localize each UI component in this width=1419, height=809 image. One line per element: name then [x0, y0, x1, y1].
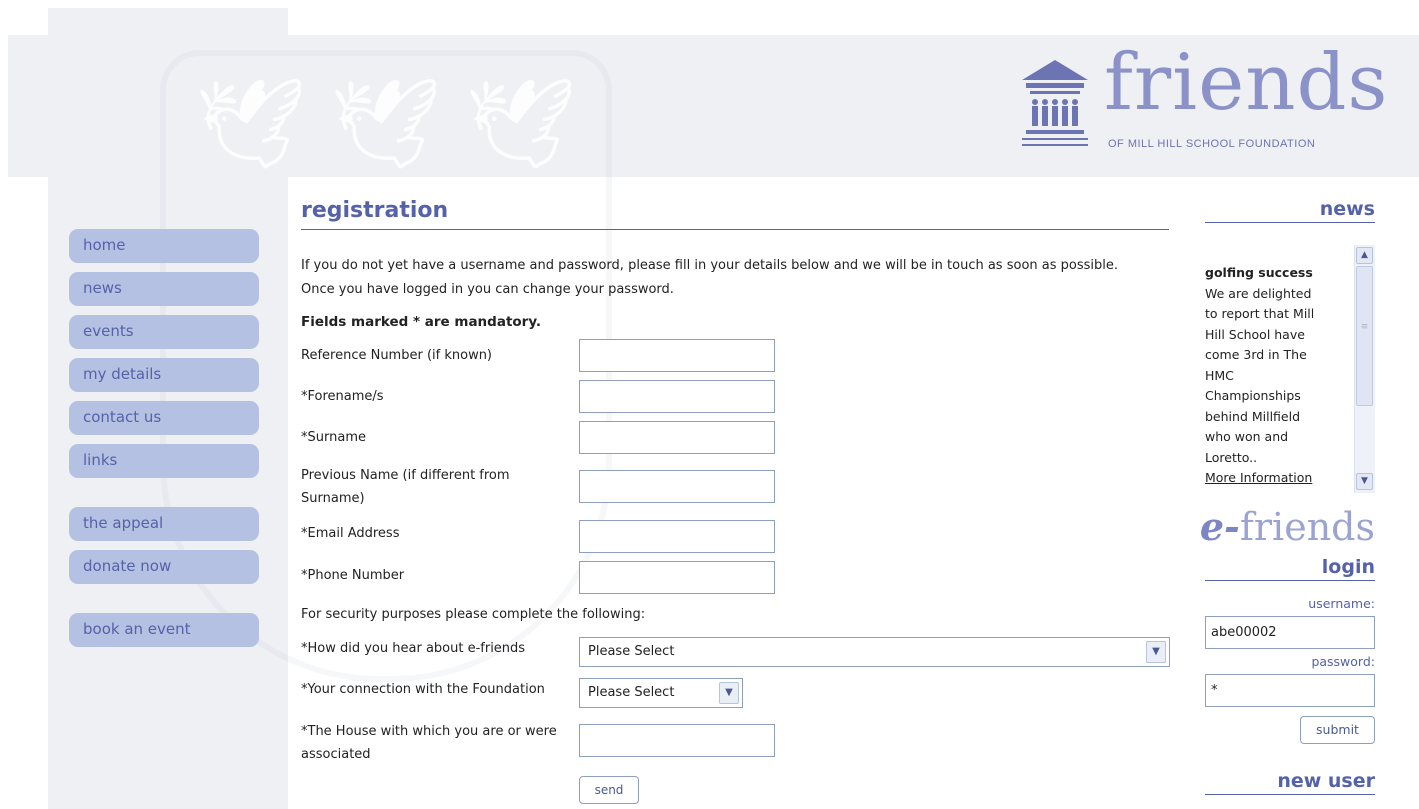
new-user-heading[interactable]: new user: [1205, 770, 1375, 795]
connection-select[interactable]: Please Select ▼: [579, 678, 743, 708]
chevron-down-icon[interactable]: ▼: [719, 682, 739, 704]
email-input[interactable]: [579, 520, 775, 553]
chevron-down-icon[interactable]: ▼: [1146, 641, 1166, 663]
username-input[interactable]: abe00002: [1205, 616, 1375, 649]
bird-watermark-icon: 🕊: [330, 72, 442, 175]
building-with-people-icon: [1022, 60, 1088, 146]
nav-item-the-appeal[interactable]: the appeal: [69, 507, 259, 541]
intro-line-2: Once you have logged in you can change y…: [301, 282, 674, 297]
nav-item-links[interactable]: links: [69, 444, 259, 478]
password-label: password:: [1311, 654, 1375, 669]
news-scroll-box[interactable]: golfing success We are delighted to repo…: [1205, 245, 1375, 493]
bird-watermark-icon: 🕊: [195, 72, 307, 175]
forename-label: *Forename/s: [301, 389, 384, 404]
password-input[interactable]: *: [1205, 674, 1375, 707]
surname-input[interactable]: [579, 421, 775, 454]
heard-about-selected: Please Select: [588, 644, 675, 659]
submit-button[interactable]: submit: [1300, 716, 1375, 744]
bird-watermark-icon: 🕊: [465, 72, 577, 175]
surname-label: *Surname: [301, 430, 366, 445]
nav-item-home[interactable]: home: [69, 229, 259, 263]
username-label: username:: [1308, 596, 1375, 611]
nav-item-events[interactable]: events: [69, 315, 259, 349]
logo-subtitle: OF MILL HILL SCHOOL FOUNDATION: [1108, 138, 1316, 150]
phone-label: *Phone Number: [301, 568, 405, 583]
intro-text: If you do not yet have a username and pa…: [301, 254, 1181, 302]
news-more-link[interactable]: More Information: [1205, 468, 1320, 489]
news-item-body: We are delighted to report that Mill Hil…: [1205, 285, 1315, 465]
nav-item-contact-us[interactable]: contact us: [69, 401, 259, 435]
news-item: golfing success We are delighted to repo…: [1205, 245, 1320, 489]
send-button[interactable]: send: [579, 776, 639, 804]
news-item-title: golfing success: [1205, 265, 1313, 280]
phone-input[interactable]: [579, 561, 775, 594]
nav-item-donate-now[interactable]: donate now: [69, 550, 259, 584]
heard-about-label: *How did you hear about e-friends: [301, 641, 526, 656]
house-label: *The House with which you are or were as…: [301, 724, 557, 762]
logo-wordmark: friends: [1104, 38, 1389, 128]
intro-line-1: If you do not yet have a username and pa…: [301, 258, 1118, 273]
reference-number-input[interactable]: [579, 339, 775, 372]
nav-item-book-an-event[interactable]: book an event: [69, 613, 259, 647]
house-input[interactable]: [579, 724, 775, 757]
mandatory-note: Fields marked * are mandatory.: [301, 314, 542, 330]
efriends-prefix: e-: [1199, 504, 1240, 549]
connection-label: *Your connection with the Foundation: [301, 682, 545, 697]
scroll-down-icon[interactable]: ▼: [1356, 473, 1373, 490]
news-heading: news: [1205, 198, 1375, 223]
left-nav: home news events my details contact us l…: [69, 229, 259, 656]
efriends-word: friends: [1239, 505, 1375, 549]
previous-name-label: Previous Name (if different from Surname…: [301, 468, 510, 506]
security-note: For security purposes please complete th…: [301, 607, 646, 622]
news-scrollbar[interactable]: ▲ ≡ ▼: [1354, 245, 1375, 493]
scroll-thumb[interactable]: ≡: [1356, 266, 1373, 406]
registration-section: registration If you do not yet have a us…: [301, 198, 1170, 804]
nav-item-my-details[interactable]: my details: [69, 358, 259, 392]
connection-selected: Please Select: [588, 685, 675, 700]
forename-input[interactable]: [579, 380, 775, 413]
nav-item-news[interactable]: news: [69, 272, 259, 306]
reference-number-label: Reference Number (if known): [301, 348, 493, 363]
email-label: *Email Address: [301, 526, 400, 541]
login-heading: login: [1205, 556, 1375, 581]
page-title: registration: [301, 198, 1169, 230]
heard-about-select[interactable]: Please Select ▼: [579, 637, 1170, 667]
previous-name-input[interactable]: [579, 470, 775, 503]
right-sidebar: news golfing success We are delighted to…: [1200, 198, 1375, 795]
efriends-logo: e-friends: [1200, 505, 1375, 549]
site-logo[interactable]: friends OF MILL HILL SCHOOL FOUNDATION: [1020, 44, 1415, 158]
scroll-up-icon[interactable]: ▲: [1356, 247, 1373, 264]
